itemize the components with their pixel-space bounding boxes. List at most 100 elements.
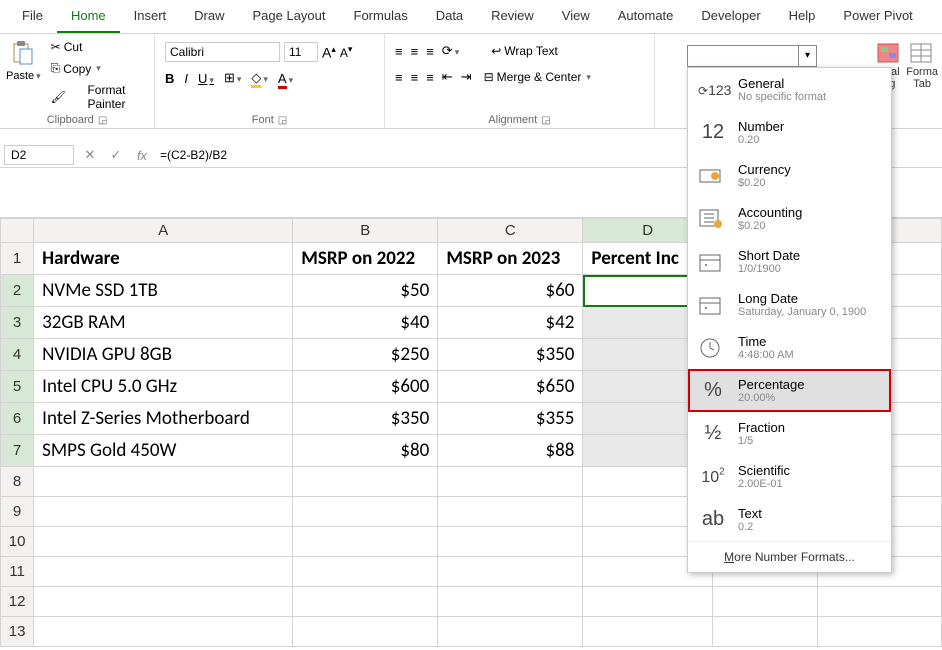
cell[interactable]: Hardware bbox=[34, 243, 293, 275]
cell[interactable]: NVIDIA GPU 8GB bbox=[34, 339, 293, 371]
select-all-corner[interactable] bbox=[1, 219, 34, 243]
row-header[interactable]: 3 bbox=[1, 307, 34, 339]
font-name-input[interactable] bbox=[165, 42, 280, 62]
decrease-indent-icon[interactable]: ⇤ bbox=[442, 69, 453, 85]
tab-draw[interactable]: Draw bbox=[180, 0, 238, 33]
cell[interactable]: $80 bbox=[293, 435, 438, 467]
cut-button[interactable]: ✂Cut bbox=[47, 38, 148, 56]
align-bottom-icon[interactable]: ≡ bbox=[426, 44, 434, 59]
cell[interactable]: MSRP on 2023 bbox=[438, 243, 583, 275]
format-option-number[interactable]: 12Number0.20 bbox=[688, 111, 891, 154]
border-button[interactable]: ⊞ bbox=[224, 70, 241, 86]
align-middle-icon[interactable]: ≡ bbox=[411, 44, 419, 59]
column-header[interactable]: A bbox=[34, 219, 293, 243]
tab-power-pivot[interactable]: Power Pivot bbox=[829, 0, 926, 33]
format-as-table-button[interactable]: FormaTab bbox=[906, 42, 938, 90]
cell[interactable]: NVMe SSD 1TB bbox=[34, 275, 293, 307]
cell[interactable] bbox=[34, 557, 293, 587]
column-header[interactable]: B bbox=[293, 219, 438, 243]
cell[interactable] bbox=[438, 557, 583, 587]
font-size-input[interactable] bbox=[284, 42, 318, 62]
row-header[interactable]: 6 bbox=[1, 403, 34, 435]
cell[interactable] bbox=[34, 527, 293, 557]
row-header[interactable]: 7 bbox=[1, 435, 34, 467]
cell[interactable]: $60 bbox=[438, 275, 583, 307]
format-option-general[interactable]: ⟳123GeneralNo specific format bbox=[688, 68, 891, 111]
clipboard-launcher-icon[interactable]: ◲ bbox=[98, 115, 107, 126]
cell[interactable] bbox=[34, 497, 293, 527]
tab-help[interactable]: Help bbox=[775, 0, 830, 33]
align-top-icon[interactable]: ≡ bbox=[395, 44, 403, 59]
row-header[interactable]: 12 bbox=[1, 587, 34, 617]
cell[interactable] bbox=[293, 617, 438, 647]
cancel-icon[interactable]: ✕ bbox=[80, 147, 100, 163]
tab-file[interactable]: File bbox=[8, 0, 57, 33]
row-header[interactable]: 8 bbox=[1, 467, 34, 497]
chevron-down-icon[interactable]: ▾ bbox=[798, 46, 816, 66]
format-painter-button[interactable]: 🖌Format Painter bbox=[47, 81, 148, 113]
tab-data[interactable]: Data bbox=[422, 0, 477, 33]
enter-icon[interactable]: ✓ bbox=[106, 147, 126, 163]
cell[interactable] bbox=[293, 467, 438, 497]
row-header[interactable]: 11 bbox=[1, 557, 34, 587]
increase-font-icon[interactable]: A▴ bbox=[322, 44, 336, 61]
fx-icon[interactable]: fx bbox=[132, 148, 152, 163]
cell[interactable] bbox=[34, 467, 293, 497]
cell[interactable] bbox=[34, 587, 293, 617]
format-option-fraction[interactable]: ½Fraction1/5 bbox=[688, 412, 891, 455]
cell[interactable] bbox=[438, 527, 583, 557]
row-header[interactable]: 4 bbox=[1, 339, 34, 371]
cell[interactable]: SMPS Gold 450W bbox=[34, 435, 293, 467]
more-number-formats[interactable]: More Number Formats... bbox=[688, 541, 891, 572]
cell[interactable]: $355 bbox=[438, 403, 583, 435]
cell[interactable]: $350 bbox=[438, 339, 583, 371]
wrap-text-button[interactable]: ↩Wrap Text bbox=[487, 42, 562, 60]
cell[interactable] bbox=[293, 527, 438, 557]
paste-button[interactable]: Paste bbox=[6, 38, 41, 83]
tab-page-layout[interactable]: Page Layout bbox=[239, 0, 340, 33]
cell[interactable] bbox=[438, 617, 583, 647]
cell[interactable] bbox=[34, 617, 293, 647]
bold-button[interactable]: B bbox=[165, 71, 174, 86]
tab-home[interactable]: Home bbox=[57, 0, 120, 33]
format-option-short-date[interactable]: Short Date1/0/1900 bbox=[688, 240, 891, 283]
cell[interactable] bbox=[817, 587, 941, 617]
copy-button[interactable]: ⎘Copy bbox=[47, 59, 148, 78]
row-header[interactable]: 9 bbox=[1, 497, 34, 527]
align-right-icon[interactable]: ≡ bbox=[426, 70, 434, 85]
row-header[interactable]: 5 bbox=[1, 371, 34, 403]
cell[interactable]: MSRP on 2022 bbox=[293, 243, 438, 275]
fill-color-button[interactable]: ◇ bbox=[251, 70, 268, 86]
tab-developer[interactable]: Developer bbox=[687, 0, 774, 33]
format-option-currency[interactable]: Currency$0.20 bbox=[688, 154, 891, 197]
cell[interactable] bbox=[817, 617, 941, 647]
cell[interactable]: Intel CPU 5.0 GHz bbox=[34, 371, 293, 403]
column-header[interactable]: C bbox=[438, 219, 583, 243]
align-center-icon[interactable]: ≡ bbox=[411, 70, 419, 85]
row-header[interactable]: 10 bbox=[1, 527, 34, 557]
number-format-dropdown[interactable]: ▾ bbox=[687, 45, 817, 67]
cell[interactable]: Intel Z-Series Motherboard bbox=[34, 403, 293, 435]
format-option-percentage[interactable]: %Percentage20.00% bbox=[688, 369, 891, 412]
cell[interactable]: $250 bbox=[293, 339, 438, 371]
cell[interactable]: $40 bbox=[293, 307, 438, 339]
font-color-button[interactable]: A bbox=[278, 71, 293, 86]
cell[interactable] bbox=[438, 587, 583, 617]
cell[interactable] bbox=[438, 467, 583, 497]
italic-button[interactable]: I bbox=[184, 71, 188, 86]
decrease-font-icon[interactable]: A▾ bbox=[340, 44, 353, 60]
merge-center-button[interactable]: ⊟Merge & Center bbox=[480, 68, 595, 86]
row-header[interactable]: 2 bbox=[1, 275, 34, 307]
alignment-launcher-icon[interactable]: ◲ bbox=[541, 115, 550, 126]
cell[interactable] bbox=[293, 587, 438, 617]
cell[interactable] bbox=[712, 617, 817, 647]
tab-formulas[interactable]: Formulas bbox=[340, 0, 422, 33]
format-option-scientific[interactable]: 102Scientific2.00E-01 bbox=[688, 455, 891, 498]
format-option-text[interactable]: abText0.2 bbox=[688, 498, 891, 541]
row-header[interactable]: 1 bbox=[1, 243, 34, 275]
underline-button[interactable]: U bbox=[198, 71, 214, 86]
cell[interactable]: $88 bbox=[438, 435, 583, 467]
cell[interactable] bbox=[583, 617, 713, 647]
tab-insert[interactable]: Insert bbox=[120, 0, 181, 33]
cell[interactable] bbox=[293, 557, 438, 587]
